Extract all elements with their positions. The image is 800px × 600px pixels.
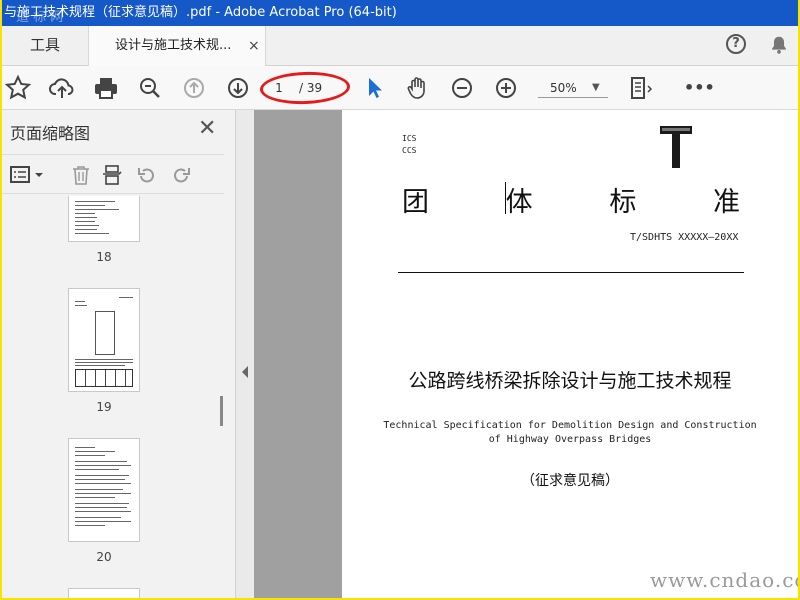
thumbnail-list: 18 19 20 (2, 196, 224, 598)
document-margin (254, 110, 342, 598)
bell-icon[interactable] (768, 34, 790, 56)
site-watermark: www.cndao.com (650, 568, 798, 592)
tab-tools[interactable]: 工具 (2, 26, 88, 65)
close-tab-icon[interactable]: × (248, 26, 260, 66)
text-cursor (505, 182, 506, 214)
fit-page-icon[interactable] (626, 74, 654, 102)
rotate-left-icon[interactable] (136, 164, 158, 186)
thumbnail-panel: 页面缩略图 ✕ 18 19 20 (2, 110, 236, 598)
zoom-dropdown-icon[interactable]: ▼ (592, 78, 600, 98)
standard-char: 准 (712, 187, 740, 218)
tab-bar: 工具 设计与施工技术规... × ? (2, 26, 798, 66)
zoom-search-icon[interactable] (136, 74, 164, 102)
bookmark-star-icon[interactable] (4, 74, 32, 102)
next-page-icon[interactable] (224, 74, 252, 102)
options-menu-icon[interactable] (10, 165, 44, 185)
scrollbar-thumb[interactable] (220, 396, 223, 426)
divider (398, 272, 744, 273)
standard-char: 标 (609, 187, 637, 218)
title-bar: 与施工技术规程（征求意见稿）.pdf - Adobe Acrobat Pro (… (2, 0, 798, 26)
zoom-in-icon[interactable] (492, 74, 520, 102)
acrobat-window: 与施工技术规程（征求意见稿）.pdf - Adobe Acrobat Pro (… (2, 0, 798, 598)
thumbnail-label: 19 (96, 400, 112, 414)
zoom-out-icon[interactable] (448, 74, 476, 102)
document-title-en-line2: of Highway Overpass Bridges (488, 434, 652, 445)
standard-type-heading: 团 体 标 准 (402, 180, 740, 219)
page-thumbnail-18[interactable] (68, 196, 140, 242)
rotate-right-icon[interactable] (170, 164, 192, 186)
tab-document-label: 设计与施工技术规... (115, 38, 232, 53)
collapse-panel-icon[interactable] (242, 366, 248, 378)
page-thumbnail-19[interactable] (68, 288, 140, 392)
panel-title: 页面缩略图 (10, 124, 91, 143)
document-page: ICS CCS 团 体 标 准 T/SDHTS XXXXX—20XX 公路跨线桥… (342, 110, 798, 598)
panel-splitter[interactable] (236, 110, 254, 598)
panel-toolbar (2, 154, 224, 194)
draft-note: （征求意见稿） (521, 473, 619, 489)
standard-char: 体 (505, 187, 533, 218)
ccs-label: CCS (402, 146, 417, 155)
cloud-upload-icon[interactable] (48, 74, 76, 102)
main-toolbar: 1 / 39 50% ▼ ••• (2, 66, 798, 110)
delete-page-icon[interactable] (70, 164, 92, 186)
panel-close-icon[interactable]: ✕ (198, 116, 216, 141)
previous-page-icon[interactable] (180, 74, 208, 102)
thumbnail-label: 18 (96, 250, 112, 264)
site-watermark-topleft: 道 标 网 (16, 10, 64, 25)
document-title-en-line1: Technical Specification for Demolition D… (383, 420, 757, 431)
standard-number: T/SDHTS XXXXX—20XX (630, 232, 739, 243)
print-icon[interactable] (92, 74, 120, 102)
insert-page-icon[interactable] (102, 164, 124, 186)
help-icon[interactable]: ? (726, 34, 746, 54)
thumbnail-label: 20 (96, 550, 112, 564)
thumbnail-scrollbar[interactable] (216, 196, 228, 598)
more-tools-icon[interactable]: ••• (684, 74, 715, 102)
hand-tool-icon[interactable] (404, 74, 432, 102)
page-thumbnail-20[interactable] (68, 438, 140, 542)
document-title-cn: 公路跨线桥梁拆除设计与施工技术规程 (408, 370, 732, 392)
select-cursor-icon[interactable] (360, 74, 388, 102)
tab-document[interactable]: 设计与施工技术规... (88, 26, 266, 66)
page-thumbnail-21[interactable] (68, 588, 140, 598)
standard-char: 团 (402, 187, 429, 218)
ics-label: ICS (402, 134, 417, 143)
standard-t-logo (658, 124, 694, 170)
